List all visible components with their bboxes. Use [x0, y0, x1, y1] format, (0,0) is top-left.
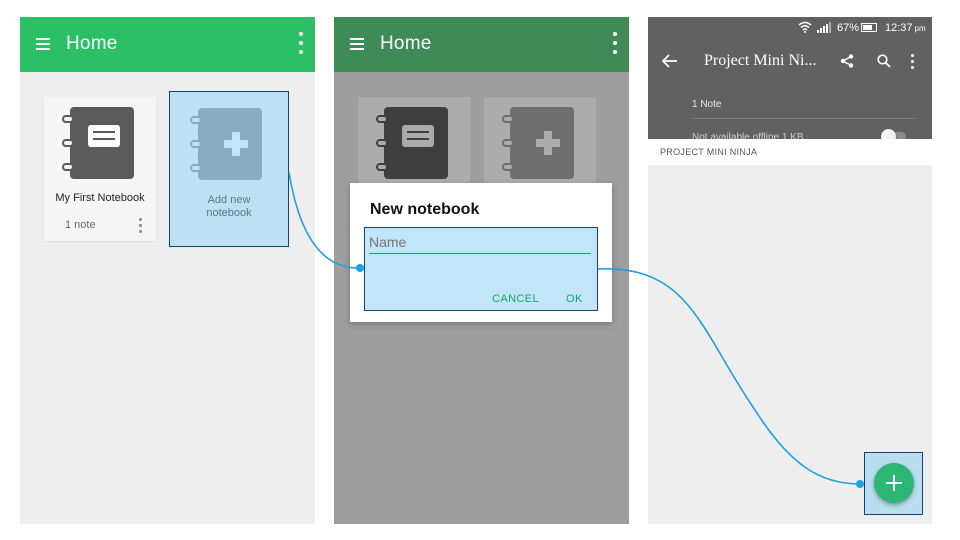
- notebook-name-input[interactable]: [369, 231, 591, 254]
- section-header: PROJECT MINI NINJA: [660, 147, 758, 157]
- toolbar-divider: [692, 118, 916, 119]
- section-header-bar: PROJECT MINI NINJA: [648, 139, 932, 165]
- more-vert-icon[interactable]: [298, 32, 304, 58]
- add-notebook-icon: [502, 107, 574, 179]
- screen-new-notebook-dialog: Home New notebook CANCEL OK: [334, 17, 629, 524]
- cancel-button[interactable]: CANCEL: [492, 293, 539, 305]
- page-title: Home: [66, 33, 118, 54]
- signal-icon: [817, 22, 831, 33]
- hamburger-icon[interactable]: [36, 38, 50, 50]
- battery-percent: 67%: [837, 22, 860, 34]
- screen-home: Home My First Notebook 1 note Add ne: [20, 17, 315, 524]
- hamburger-icon: [350, 38, 364, 50]
- more-vert-icon: [612, 32, 618, 58]
- status-time: 12:37 pm: [885, 22, 926, 34]
- plus-icon: [536, 131, 560, 155]
- new-notebook-dialog: New notebook CANCEL OK: [350, 183, 612, 322]
- app-bar: Home: [20, 17, 315, 72]
- status-bar: 67% 12:37 pm: [648, 17, 932, 39]
- notebook-card-dimmed: [358, 97, 470, 187]
- notebook-name: My First Notebook: [55, 192, 145, 204]
- notebook-icon: [62, 107, 134, 179]
- battery-icon: [861, 23, 877, 32]
- note-count: 1 Note: [692, 99, 722, 110]
- add-note-button[interactable]: [874, 463, 914, 503]
- search-icon[interactable]: [877, 54, 891, 68]
- dialog-title: New notebook: [370, 201, 480, 218]
- notebook-card[interactable]: My First Notebook 1 note: [44, 97, 156, 241]
- screen-notebook-detail: 67% 12:37 pm Project Mini Ni... 1 Note N…: [648, 17, 932, 524]
- notebook-icon: [376, 107, 448, 179]
- add-notebook-card-dimmed: [484, 97, 596, 187]
- note-count: 1 note: [65, 219, 96, 231]
- more-vert-icon[interactable]: [911, 54, 915, 70]
- app-bar-dimmed: Home: [334, 17, 629, 72]
- arrow-left-icon[interactable]: [662, 54, 678, 68]
- notebook-toolbar: Project Mini Ni... 1 Note Not available …: [648, 39, 932, 153]
- add-notebook-highlight: [169, 91, 289, 247]
- page-title: Home: [380, 33, 432, 54]
- share-icon[interactable]: [840, 54, 854, 68]
- notebook-more-icon[interactable]: [138, 218, 142, 236]
- ok-button[interactable]: OK: [566, 293, 583, 305]
- notebook-title: Project Mini Ni...: [704, 52, 817, 69]
- wifi-icon: [798, 21, 812, 33]
